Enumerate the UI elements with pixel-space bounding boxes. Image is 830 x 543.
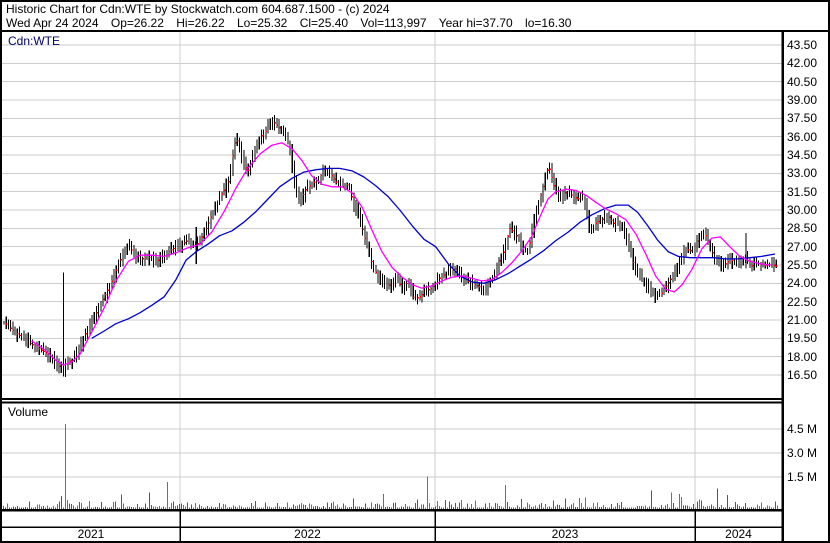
quote-year-low: lo=16.30 <box>525 16 572 30</box>
volume-axis-tick: 4.5 M <box>787 422 818 436</box>
price-axis-tick: 30.00 <box>787 203 818 217</box>
stock-chart-window: Historic Chart for Cdn:WTE by Stockwatch… <box>0 0 830 543</box>
price-axis-tick: 27.00 <box>787 240 818 254</box>
chart-canvas <box>0 0 830 543</box>
header-quote-line: Wed Apr 24 2024 Op=26.22 Hi=26.22 Lo=25.… <box>6 16 571 30</box>
price-axis-tick: 33.00 <box>787 166 818 180</box>
x-axis-year-2023: 2023 <box>551 527 579 541</box>
quote-volume: Vol=113,997 <box>360 16 427 30</box>
price-axis-tick: 37.50 <box>787 111 818 125</box>
header-title: Historic Chart for Cdn:WTE by Stockwatch… <box>6 2 390 16</box>
price-axis-tick: 40.50 <box>787 75 818 89</box>
quote-year-high: Year hi=37.70 <box>438 16 513 30</box>
symbol-label: Cdn:WTE <box>8 34 61 48</box>
price-axis-tick: 21.00 <box>787 313 818 327</box>
price-axis-tick: 19.50 <box>787 331 818 345</box>
volume-axis-tick: 1.5 M <box>787 470 818 484</box>
volume-panel-label: Volume <box>8 405 49 419</box>
price-axis-tick: 36.00 <box>787 130 818 144</box>
x-axis-year-2022: 2022 <box>294 527 321 541</box>
price-axis-tick: 42.00 <box>787 56 818 70</box>
quote-open: Op=26.22 <box>110 16 164 30</box>
price-axis-tick: 25.50 <box>787 258 818 272</box>
volume-axis-tick: 3.0 M <box>787 446 818 460</box>
x-axis-year-2021: 2021 <box>77 527 105 541</box>
x-axis-year-2024: 2024 <box>725 527 752 541</box>
quote-low: Lo=25.32 <box>236 16 288 30</box>
price-axis-tick: 28.50 <box>787 221 818 235</box>
price-axis-tick: 22.50 <box>787 295 818 309</box>
price-axis-tick: 18.00 <box>787 350 818 364</box>
quote-high: Hi=26.22 <box>176 16 225 30</box>
price-axis-tick: 43.50 <box>787 38 818 52</box>
price-axis-tick: 31.50 <box>787 185 818 199</box>
price-axis-tick: 16.50 <box>787 368 818 382</box>
price-axis-tick: 24.00 <box>787 276 818 290</box>
quote-close: Cl=25.40 <box>299 16 349 30</box>
price-axis-tick: 39.00 <box>787 93 818 107</box>
header-title-text: Historic Chart for Cdn:WTE by Stockwatch… <box>6 2 390 16</box>
quote-date: Wed Apr 24 2024 <box>6 16 99 30</box>
price-axis-tick: 34.50 <box>787 148 818 162</box>
